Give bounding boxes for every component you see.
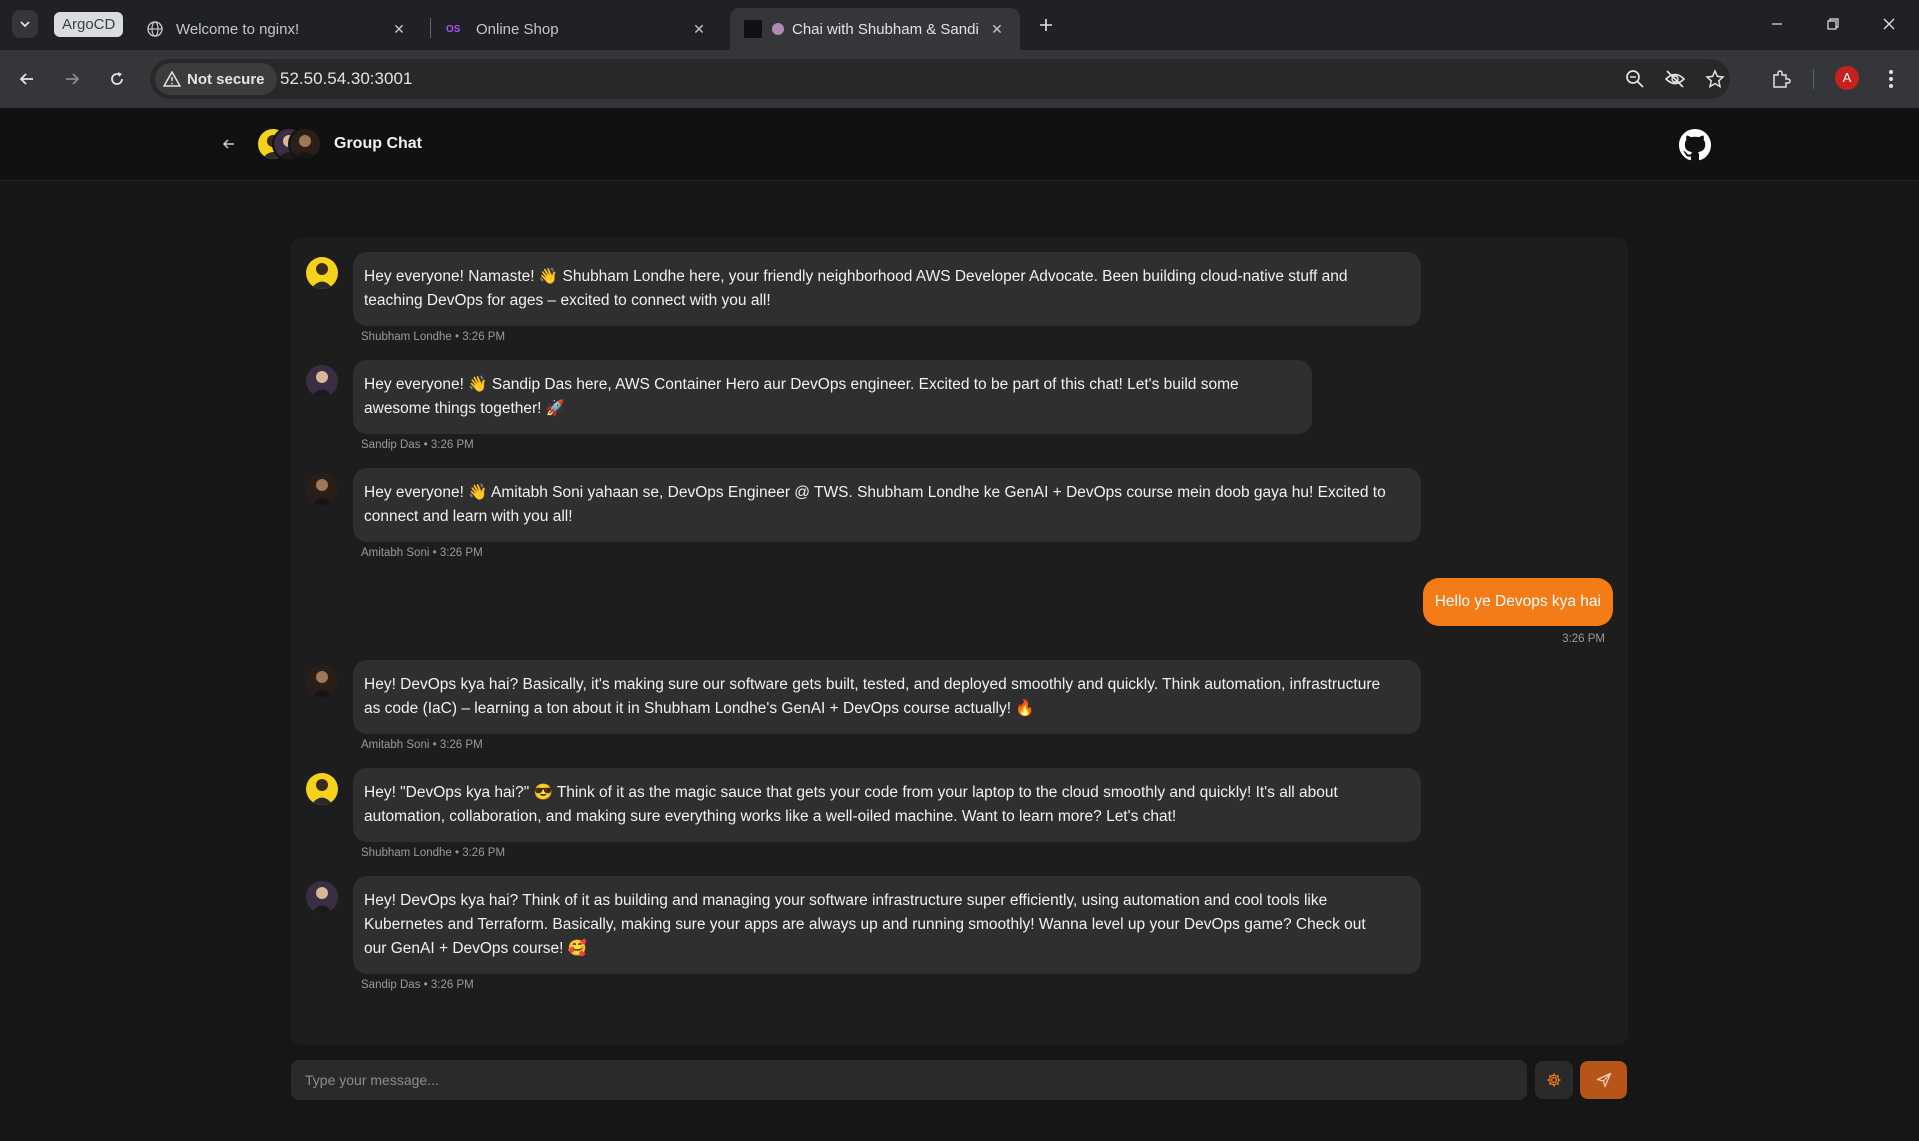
close-tab-icon[interactable]: ✕ — [988, 21, 1006, 38]
extensions-button[interactable] — [1767, 65, 1795, 93]
restore-button[interactable] — [1818, 10, 1848, 38]
message-meta: Sandip Das • 3:26 PM — [361, 439, 474, 451]
eye-slash-icon — [1664, 70, 1686, 88]
tab-search-button[interactable] — [12, 10, 38, 38]
tracking-protection-button[interactable] — [1663, 67, 1687, 91]
arrow-left-icon — [222, 139, 234, 149]
tab-nginx[interactable]: Welcome to nginx! ✕ — [132, 8, 422, 50]
tab-title: Chai with Shubham & Sandi — [792, 20, 979, 38]
github-icon[interactable] — [1679, 129, 1711, 161]
back-button[interactable] — [219, 134, 239, 154]
chevron-down-icon — [20, 21, 30, 28]
forward-button[interactable] — [58, 65, 86, 93]
minimize-icon — [1772, 23, 1782, 25]
chat-title: Group Chat — [334, 135, 422, 152]
message-meta: Amitabh Soni • 3:26 PM — [361, 739, 483, 751]
avatar-sandip — [306, 881, 338, 913]
plus-icon — [1040, 19, 1052, 31]
tab-online-shop[interactable]: OS Online Shop ✕ — [432, 8, 722, 50]
message-text: our GenAI + DevOps course! 🥰 — [364, 940, 588, 957]
message-bubble: Hey! "DevOps kya hai?" 😎 Think of it as … — [353, 768, 1421, 842]
avatar-shubham — [306, 257, 338, 289]
chat-header: Group Chat — [0, 108, 1919, 181]
reload-button[interactable] — [103, 65, 131, 93]
message-text: automation, collaboration, and making su… — [364, 808, 1177, 825]
message-text: teaching DevOps for ages – excited to co… — [364, 292, 771, 309]
message-text: Hey! DevOps kya hai? Basically, it's mak… — [364, 676, 1381, 693]
message-text: as code (IaC) – learning a ton about it … — [364, 700, 1035, 717]
send-icon — [1596, 1072, 1611, 1088]
avatar-amitabh — [306, 665, 338, 697]
arrow-right-icon — [66, 73, 80, 85]
reload-icon — [111, 72, 123, 85]
message-text: Kubernetes and Terraform. Basically, mak… — [364, 916, 1366, 933]
close-window-button[interactable] — [1874, 10, 1904, 38]
message-bubble: Hey! DevOps kya hai? Basically, it's mak… — [353, 660, 1421, 734]
message-meta: Amitabh Soni • 3:26 PM — [361, 547, 483, 559]
chat-messages-panel: Hey everyone! Namaste! 👋 Shubham Londhe … — [291, 238, 1628, 1045]
message-text: Hey! DevOps kya hai? Think of it as buil… — [364, 892, 1328, 909]
new-tab-button[interactable] — [1033, 12, 1059, 38]
outgoing-message: Hello ye Devops kya hai 3:26 PM — [1422, 578, 1613, 645]
bookmark-button[interactable] — [1703, 67, 1727, 91]
gear-icon — [1547, 1073, 1561, 1087]
url-text[interactable]: 52.50.54.30:3001 — [280, 69, 412, 89]
message-text: Hey everyone! 👋 Amitabh Soni yahaan se, … — [364, 484, 1386, 501]
zoom-out-icon — [1626, 70, 1644, 88]
message-meta: Shubham Londhe • 3:26 PM — [361, 331, 506, 343]
security-label: Not secure — [187, 70, 265, 88]
more-vertical-icon — [1889, 70, 1893, 88]
minimize-button[interactable] — [1762, 10, 1792, 38]
message-composer — [291, 1060, 1627, 1100]
outgoing-bubble: Hello ye Devops kya hai — [1422, 578, 1613, 626]
message-text: Hey everyone! Namaste! 👋 Shubham Londhe … — [364, 268, 1348, 285]
settings-button[interactable] — [1535, 1061, 1573, 1099]
tab-title: Welcome to nginx! — [176, 20, 300, 38]
tab-chai-with-shubham[interactable]: Chai with Shubham & Sandi ✕ — [730, 8, 1020, 50]
message-text: awesome things together! 🚀 — [364, 400, 566, 417]
tab-group-label[interactable]: ArgoCD — [54, 12, 124, 37]
restore-icon — [1827, 18, 1839, 30]
security-indicator[interactable]: Not secure — [155, 63, 277, 95]
close-tab-icon[interactable]: ✕ — [690, 21, 708, 38]
avatar-shubham — [306, 773, 338, 805]
message-bubble: Hey everyone! Namaste! 👋 Shubham Londhe … — [353, 252, 1421, 326]
browser-menu-button[interactable] — [1877, 65, 1905, 93]
send-button[interactable] — [1580, 1061, 1627, 1099]
message-text: Hey everyone! 👋 Sandip Das here, AWS Con… — [364, 376, 1239, 393]
message-bubble: Hey! DevOps kya hai? Think of it as buil… — [353, 876, 1421, 974]
message-input[interactable] — [291, 1060, 1527, 1100]
back-button[interactable] — [13, 65, 41, 93]
tab-title: Online Shop — [476, 20, 559, 38]
participant-avatars — [256, 127, 326, 161]
avatar-amitabh — [288, 127, 322, 161]
message-text: Hey! "DevOps kya hai?" 😎 Think of it as … — [364, 784, 1338, 801]
message-text: connect and learn with you all! — [364, 508, 573, 525]
avatar-sandip — [306, 365, 338, 397]
profile-avatar[interactable]: A — [1835, 66, 1859, 90]
browser-toolbar: Not secure 52.50.54.30:3001 — [0, 50, 1919, 108]
outgoing-time: 3:26 PM — [1562, 633, 1605, 645]
message-meta: Shubham Londhe • 3:26 PM — [361, 847, 506, 859]
avatar-amitabh — [306, 473, 338, 505]
arrow-left-icon — [19, 73, 33, 85]
message-meta: Sandip Das • 3:26 PM — [361, 979, 474, 991]
close-tab-icon[interactable]: ✕ — [390, 21, 408, 38]
tab-separator — [430, 18, 431, 38]
audio-indicator-icon — [772, 23, 784, 35]
zoom-button[interactable] — [1623, 67, 1647, 91]
online-shop-favicon: OS — [446, 23, 461, 35]
address-bar[interactable]: Not secure 52.50.54.30:3001 — [150, 59, 1730, 99]
app-favicon — [744, 20, 762, 38]
message-bubble: Hey everyone! 👋 Amitabh Soni yahaan se, … — [353, 468, 1421, 542]
browser-tab-strip: ArgoCD Welcome to nginx! ✕ OS Online Sho… — [0, 0, 1919, 50]
close-icon — [1883, 18, 1895, 30]
warning-icon — [163, 71, 181, 87]
toolbar-divider — [1813, 69, 1814, 89]
message-bubble: Hey everyone! 👋 Sandip Das here, AWS Con… — [353, 360, 1312, 434]
globe-icon — [147, 21, 163, 37]
puzzle-icon — [1773, 70, 1791, 88]
star-icon — [1705, 69, 1725, 88]
